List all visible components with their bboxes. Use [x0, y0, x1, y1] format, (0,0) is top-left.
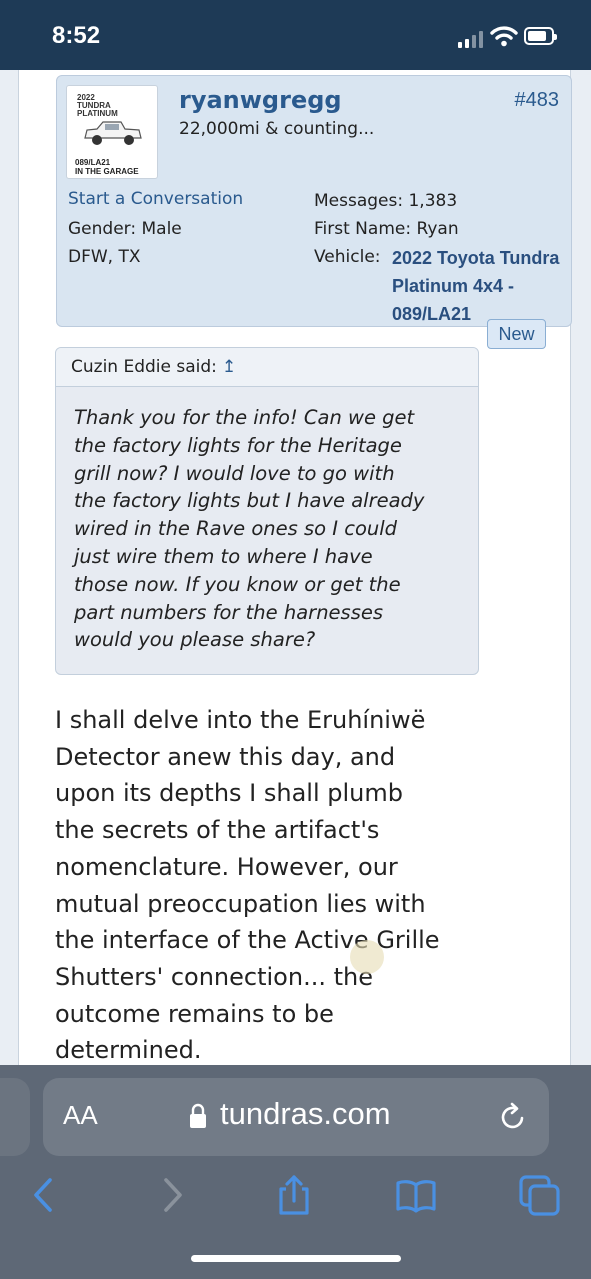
post-container: 2022 TUNDRA PLATINUM 089/LA21 IN THE GAR… [18, 70, 572, 1065]
quote-block: Cuzin Eddie said: ↥ Thank you for the in… [55, 347, 479, 675]
home-indicator[interactable] [191, 1255, 401, 1262]
status-bar: 8:52 [0, 0, 591, 70]
start-conversation-link[interactable]: Start a Conversation [68, 189, 243, 209]
new-badge: New [487, 319, 546, 349]
avatar-caption-top: 2022 TUNDRA PLATINUM [77, 93, 118, 118]
truck-icon [84, 121, 142, 145]
jump-to-quote-icon[interactable]: ↥ [222, 357, 236, 377]
web-page[interactable]: 2022 TUNDRA PLATINUM 089/LA21 IN THE GAR… [0, 70, 591, 1065]
location-field: DFW, TX [68, 247, 141, 267]
gender-field: Gender: Male [68, 219, 182, 239]
quote-author: Cuzin Eddie said: [71, 357, 217, 377]
text-size-button[interactable]: AA [63, 1100, 98, 1131]
back-icon[interactable] [22, 1173, 66, 1217]
wifi-icon [490, 26, 518, 47]
signal-icon [458, 30, 484, 48]
quote-header: Cuzin Eddie said: ↥ [56, 348, 478, 387]
lock-icon [190, 1103, 206, 1128]
battery-icon [524, 27, 557, 45]
post-body: I shall delve into the Eruhíniwë Detecto… [55, 706, 440, 1065]
user-title: 22,000mi & counting... [179, 119, 375, 139]
status-time: 8:52 [52, 22, 101, 49]
bookmarks-icon[interactable] [394, 1173, 438, 1217]
username-link[interactable]: ryanwgregg [179, 86, 342, 114]
user-info-card: 2022 TUNDRA PLATINUM 089/LA21 IN THE GAR… [56, 75, 572, 327]
messages-count: Messages: 1,383 [314, 191, 458, 211]
post-number-link[interactable]: #483 [515, 89, 560, 112]
forward-icon[interactable] [150, 1173, 194, 1217]
tabs-icon[interactable] [518, 1173, 562, 1217]
previous-tab-edge[interactable] [0, 1078, 30, 1156]
url-field[interactable]: tundras.com [220, 1096, 391, 1132]
avatar-caption-bottom: 089/LA21 IN THE GARAGE [75, 158, 139, 176]
first-name-field: First Name: Ryan [314, 219, 459, 239]
avatar[interactable]: 2022 TUNDRA PLATINUM 089/LA21 IN THE GAR… [66, 85, 158, 179]
address-bar[interactable]: AA tundras.com [43, 1078, 549, 1156]
quote-text: Thank you for the info! Can we get the f… [74, 406, 425, 652]
vehicle-label: Vehicle: [314, 247, 381, 267]
share-icon[interactable] [272, 1173, 316, 1217]
reload-icon[interactable] [498, 1102, 528, 1132]
vehicle-link[interactable]: 2022 Toyota Tundra Platinum 4x4 - 089/LA… [392, 244, 562, 328]
browser-toolbar: AA tundras.com [0, 1065, 591, 1279]
scroll-to-top-icon[interactable] [350, 940, 384, 974]
